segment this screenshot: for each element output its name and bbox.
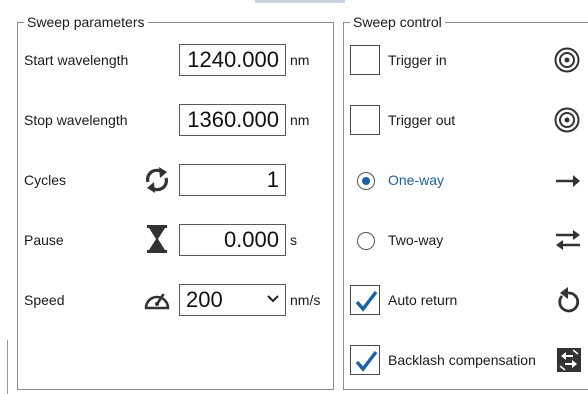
- auto-return-checkbox[interactable]: [350, 285, 380, 315]
- backlash-compensation-checkbox[interactable]: [350, 345, 380, 375]
- speed-select-value: 200: [186, 287, 223, 312]
- arrows-swap-icon: [556, 230, 580, 250]
- speed-label: Speed: [24, 292, 65, 308]
- start-wavelength-unit: nm: [290, 52, 310, 68]
- backlash-icon: [557, 348, 581, 372]
- start-wavelength-label: Start wavelength: [24, 52, 129, 68]
- speedometer-icon: [144, 293, 170, 310]
- trigger-in-checkbox[interactable]: [350, 45, 380, 75]
- sweep-control-group: Sweep control: [343, 14, 588, 390]
- two-way-label[interactable]: Two-way: [388, 232, 443, 248]
- trigger-in-label: Trigger in: [388, 52, 447, 68]
- cycles-input[interactable]: 1: [179, 164, 286, 196]
- one-way-radio-dot: [362, 177, 370, 185]
- trigger-out-target-icon: [554, 107, 580, 133]
- trigger-out-label: Trigger out: [388, 112, 456, 128]
- stop-wavelength-unit: nm: [290, 112, 310, 128]
- start-wavelength-input[interactable]: 1240.000: [179, 44, 286, 76]
- sweep-parameters-group: Sweep parameters: [17, 14, 334, 390]
- cycles-label: Cycles: [24, 172, 67, 188]
- pause-unit: s: [290, 232, 297, 248]
- return-arrow-icon: [558, 287, 580, 313]
- backlash-compensation-label: Backlash compensation: [388, 352, 536, 368]
- sweep-parameters-title: Sweep parameters: [24, 14, 148, 31]
- pause-label: Pause: [24, 232, 64, 248]
- one-way-label[interactable]: One-way: [388, 172, 444, 188]
- checkmark-icon: [355, 290, 378, 312]
- trigger-out-checkbox[interactable]: [350, 105, 380, 135]
- one-way-radio[interactable]: [357, 172, 375, 190]
- stop-wavelength-input[interactable]: 1360.000: [179, 104, 286, 136]
- checkmark-icon: [355, 350, 378, 372]
- trigger-in-target-icon: [554, 47, 580, 73]
- hourglass-icon: [147, 225, 167, 253]
- window-top-accent: [255, 0, 345, 3]
- speed-unit: nm/s: [290, 292, 321, 308]
- window-edge-line: [7, 340, 8, 394]
- pause-input[interactable]: 0.000: [179, 224, 286, 256]
- sweep-control-title: Sweep control: [350, 14, 445, 31]
- speed-select[interactable]: 200: [179, 284, 286, 316]
- chevron-down-icon: [267, 295, 279, 303]
- auto-return-label: Auto return: [388, 292, 458, 308]
- stop-wavelength-label: Stop wavelength: [24, 112, 128, 128]
- arrow-right-icon: [556, 175, 580, 187]
- two-way-radio[interactable]: [357, 232, 375, 250]
- repeat-icon: [146, 167, 168, 193]
